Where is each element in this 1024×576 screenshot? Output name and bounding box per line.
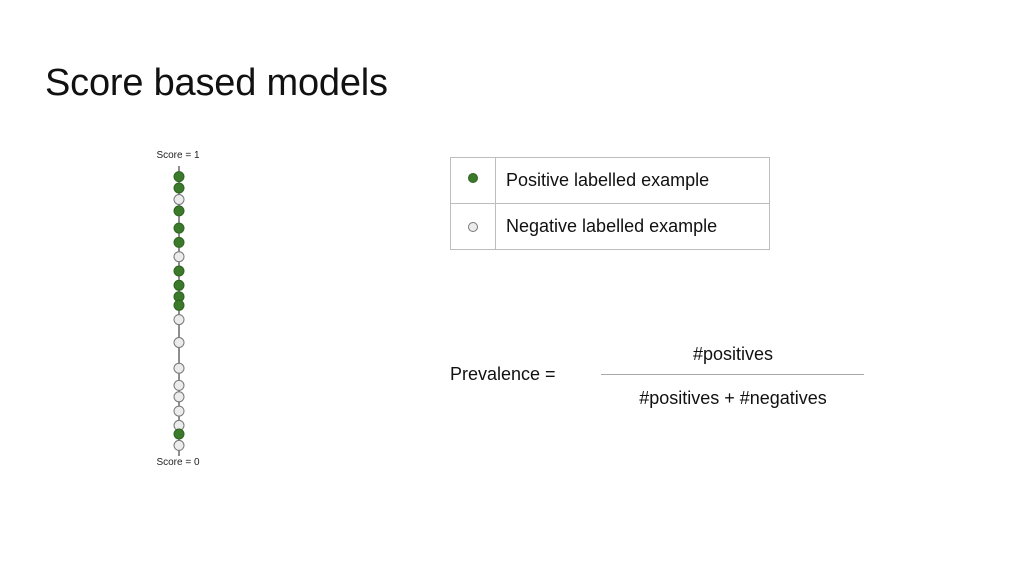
legend-table: Positive labelled example Negative label…: [450, 157, 770, 250]
legend-positive-label: Positive labelled example: [495, 157, 770, 204]
negative-example-dot: [173, 314, 185, 326]
formula-numerator: #positives: [692, 344, 774, 364]
positive-example-dot: [173, 205, 185, 217]
positive-example-dot: [173, 236, 185, 248]
positive-example-icon: [468, 173, 478, 183]
fraction-bar: [601, 374, 864, 375]
score-axis-diagram: [173, 166, 185, 456]
formula-denominator: #positives + #negatives: [639, 388, 827, 408]
positive-example-dot: [173, 299, 185, 311]
positive-example-dot: [173, 428, 185, 440]
negative-example-dot: [173, 391, 185, 403]
legend-row-negative: Negative labelled example: [450, 203, 770, 250]
positive-example-dot: [173, 171, 185, 183]
prevalence-label: Prevalence =: [450, 364, 556, 384]
positive-example-dot: [173, 265, 185, 277]
legend-row-positive: Positive labelled example: [450, 157, 770, 204]
negative-example-dot: [173, 379, 185, 391]
positive-example-dot: [173, 279, 185, 291]
negative-example-dot: [173, 362, 185, 374]
positive-example-dot: [173, 182, 185, 194]
legend-negative-label: Negative labelled example: [495, 203, 770, 250]
negative-example-dot: [173, 251, 185, 263]
negative-example-dot: [173, 337, 185, 348]
negative-example-dot: [173, 194, 185, 205]
positive-example-dot: [173, 222, 185, 234]
negative-example-dot: [173, 439, 185, 451]
negative-example-icon: [468, 222, 478, 232]
negative-example-dot: [173, 405, 185, 417]
